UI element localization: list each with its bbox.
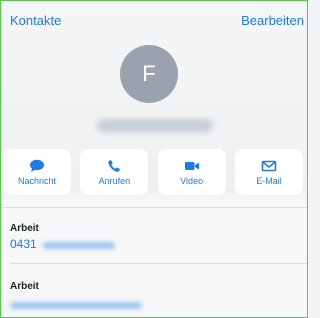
- second-field-value-redacted[interactable]: [10, 302, 142, 309]
- quick-actions: Nachricht Anrufen Video E-Mail: [3, 149, 303, 197]
- message-button[interactable]: Nachricht: [3, 149, 71, 195]
- call-button[interactable]: Anrufen: [80, 149, 149, 195]
- section-divider: [1, 207, 307, 208]
- call-label: Anrufen: [98, 175, 131, 186]
- phone-number-redacted: [43, 242, 115, 249]
- phone-number-value[interactable]: 0431: [10, 237, 37, 251]
- message-label: Nachricht: [17, 175, 56, 186]
- contact-detail-screen: Kontakte Bearbeiten F Nachricht Anrufen …: [0, 0, 308, 318]
- edit-button[interactable]: Bearbeiten: [241, 13, 304, 28]
- avatar-initial: F: [142, 61, 156, 86]
- phone-icon: [108, 159, 121, 172]
- video-button[interactable]: Video: [157, 149, 226, 195]
- video-label: Video: [180, 175, 204, 186]
- email-button[interactable]: E-Mail: [234, 149, 303, 195]
- phone-field-label: Arbeit: [10, 223, 39, 234]
- contact-name-redacted: [97, 119, 213, 132]
- second-field-label: Arbeit: [10, 281, 39, 292]
- email-label: E-Mail: [256, 175, 282, 186]
- navigation-bar: Kontakte Bearbeiten: [1, 1, 307, 31]
- mail-icon: [261, 160, 277, 171]
- message-icon: [30, 159, 44, 172]
- back-to-contacts-button[interactable]: Kontakte: [10, 13, 61, 28]
- avatar: F: [120, 45, 178, 103]
- field-divider: [10, 263, 307, 264]
- video-camera-icon: [184, 161, 199, 170]
